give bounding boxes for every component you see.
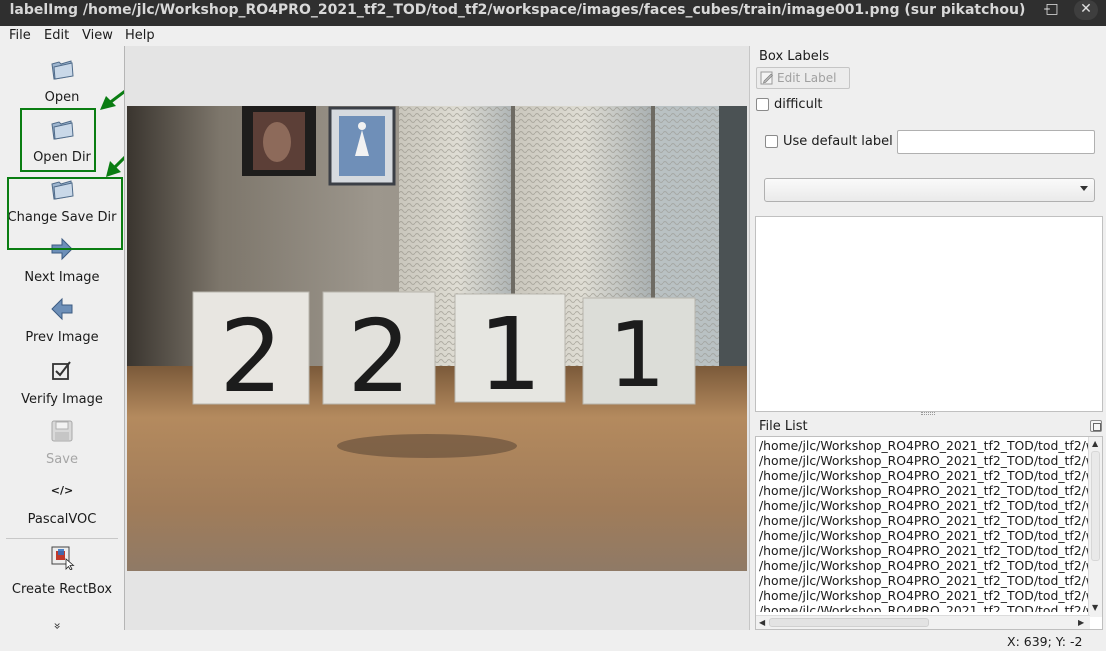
list-item[interactable]: /home/jlc/Workshop_RO4PRO_2021_tf2_TOD/t…: [759, 558, 1089, 573]
format-label: PascalVOC: [27, 512, 97, 527]
chevron-down-icon: [1080, 186, 1088, 191]
create-rectbox-label: Create RectBox: [11, 582, 113, 597]
window-titlebar: labelImg /home/jlc/Workshop_RO4PRO_2021_…: [0, 0, 1106, 26]
scroll-right-icon[interactable]: ▶: [1078, 618, 1084, 628]
horizontal-scroll-thumb[interactable]: [769, 618, 929, 627]
horizontal-scrollbar[interactable]: ◀ ▶: [756, 615, 1090, 629]
list-item[interactable]: /home/jlc/Workshop_RO4PRO_2021_tf2_TOD/t…: [759, 528, 1089, 543]
default-label-input[interactable]: [897, 130, 1095, 154]
list-item[interactable]: /home/jlc/Workshop_RO4PRO_2021_tf2_TOD/t…: [759, 468, 1089, 483]
menu-help[interactable]: Help: [125, 28, 155, 43]
cube-digit: 2: [347, 298, 411, 415]
vertical-scrollbar[interactable]: ▲ ▼: [1088, 437, 1102, 617]
cube-digit: 1: [608, 303, 665, 408]
list-item[interactable]: /home/jlc/Workshop_RO4PRO_2021_tf2_TOD/t…: [759, 543, 1089, 558]
image-preview: 2 2 1 1: [127, 106, 747, 571]
cube-3: 1: [454, 293, 566, 413]
list-item[interactable]: /home/jlc/Workshop_RO4PRO_2021_tf2_TOD/t…: [759, 453, 1089, 468]
label-list[interactable]: [755, 216, 1103, 412]
list-item[interactable]: /home/jlc/Workshop_RO4PRO_2021_tf2_TOD/t…: [759, 588, 1089, 603]
menu-view[interactable]: View: [82, 28, 113, 43]
floppy-disk-icon: [51, 420, 73, 442]
list-item[interactable]: /home/jlc/Workshop_RO4PRO_2021_tf2_TOD/t…: [759, 498, 1089, 513]
box-labels-title: Box Labels: [759, 49, 830, 64]
label-combo-box[interactable]: [764, 178, 1095, 202]
code-icon: </>: [50, 484, 74, 497]
prev-image-label: Prev Image: [25, 330, 99, 345]
cursor-coordinates: X: 639; Y: -2: [1007, 634, 1083, 649]
folder-open-icon: [51, 60, 74, 80]
save-button[interactable]: Save: [0, 418, 124, 468]
menu-file[interactable]: File: [9, 28, 31, 43]
toolbar-divider: [6, 538, 118, 539]
use-default-label-text: Use default label: [783, 134, 893, 149]
cube-4: 1: [582, 297, 696, 408]
arrow-left-icon: [51, 297, 73, 321]
image-canvas[interactable]: 2 2 1 1: [124, 46, 750, 630]
cube-2: 2: [322, 291, 436, 415]
right-panel: Box Labels Edit Label difficult Use defa…: [751, 46, 1106, 631]
save-label: Save: [46, 452, 78, 467]
close-button[interactable]: ✕: [1074, 0, 1098, 20]
difficult-label: difficult: [774, 97, 823, 112]
difficult-checkbox[interactable]: [756, 98, 769, 111]
use-default-label-checkbox[interactable]: [765, 135, 778, 148]
cube-digit: 2: [219, 298, 283, 415]
checkbox-checked-icon: [52, 361, 71, 380]
menu-edit[interactable]: Edit: [44, 28, 69, 43]
annotation-box-open-dir: [20, 108, 96, 172]
edit-label-text: Edit Label: [777, 71, 837, 85]
file-list-title: File List: [759, 419, 808, 434]
scroll-down-icon[interactable]: ▼: [1092, 603, 1098, 613]
scroll-up-icon[interactable]: ▲: [1092, 439, 1098, 449]
list-item[interactable]: /home/jlc/Workshop_RO4PRO_2021_tf2_TOD/t…: [759, 483, 1089, 498]
list-item[interactable]: /home/jlc/Workshop_RO4PRO_2021_tf2_TOD/t…: [759, 573, 1089, 588]
verify-image-label: Verify Image: [21, 392, 103, 407]
list-item[interactable]: /home/jlc/Workshop_RO4PRO_2021_tf2_TOD/t…: [759, 438, 1089, 453]
cube-1: 2: [192, 291, 310, 415]
prev-image-button[interactable]: Prev Image: [0, 296, 124, 346]
next-image-label: Next Image: [24, 270, 100, 285]
file-list[interactable]: /home/jlc/Workshop_RO4PRO_2021_tf2_TOD/t…: [755, 436, 1103, 630]
edit-icon: [760, 71, 773, 85]
list-item[interactable]: /home/jlc/Workshop_RO4PRO_2021_tf2_TOD/t…: [759, 513, 1089, 528]
toolbar-extension-icon[interactable]: »: [51, 622, 65, 629]
list-item[interactable]: /home/jlc/Workshop_RO4PRO_2021_tf2_TOD/t…: [759, 603, 1089, 612]
create-rectbox-button[interactable]: Create RectBox: [0, 544, 124, 598]
scroll-left-icon[interactable]: ◀: [759, 618, 765, 628]
verify-image-button[interactable]: Verify Image: [0, 358, 124, 408]
panel-splitter-handle[interactable]: [921, 412, 935, 415]
file-list-rows: /home/jlc/Workshop_RO4PRO_2021_tf2_TOD/t…: [759, 438, 1089, 612]
float-dock-icon[interactable]: [1090, 420, 1102, 432]
menu-bar: File Edit View Help: [0, 26, 1106, 46]
maximize-button[interactable]: □: [1040, 0, 1064, 20]
draw-rectangle-icon: [51, 546, 75, 570]
edit-label-button[interactable]: Edit Label: [756, 67, 850, 89]
window-title: labelImg /home/jlc/Workshop_RO4PRO_2021_…: [9, 2, 1026, 18]
cube-digit: 1: [478, 296, 542, 413]
vertical-scroll-thumb[interactable]: [1091, 451, 1100, 561]
format-toggle-button[interactable]: </> PascalVOC: [0, 484, 124, 528]
status-bar: X: 639; Y: -2: [0, 631, 1106, 651]
